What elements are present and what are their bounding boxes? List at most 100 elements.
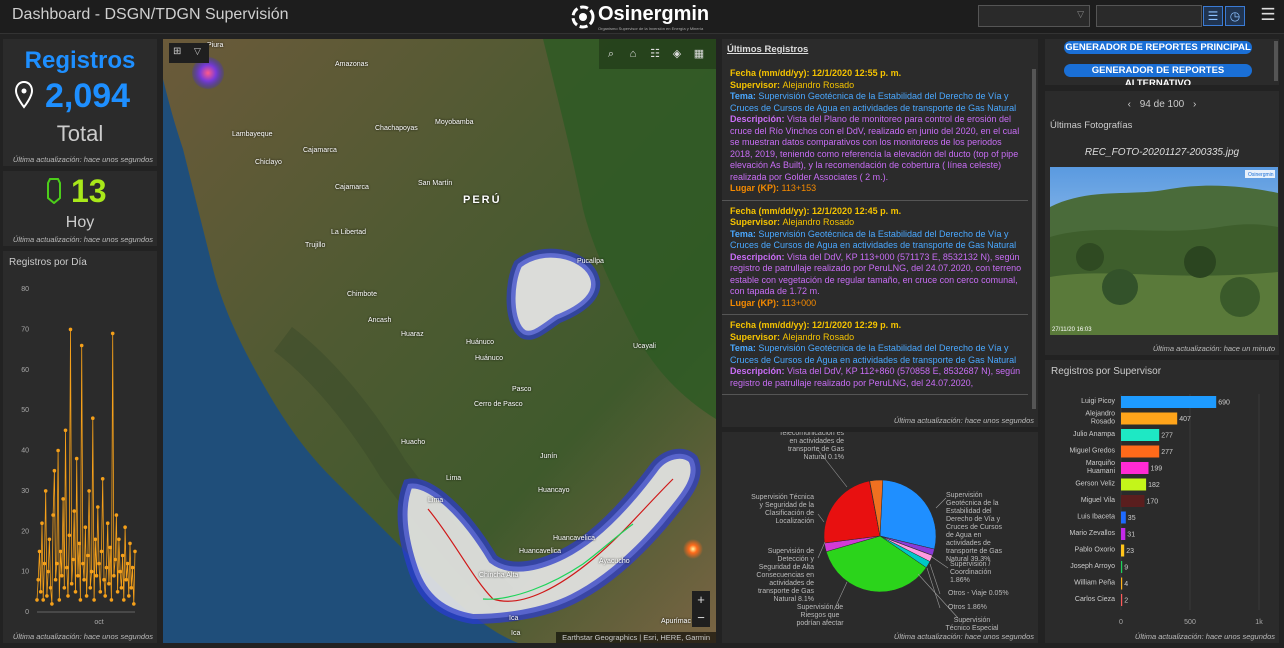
per-day-point[interactable]: [45, 594, 49, 598]
per-day-point[interactable]: [53, 577, 58, 582]
per-day-point[interactable]: [60, 573, 64, 578]
map-basemap-button[interactable]: ▦: [689, 44, 709, 64]
per-day-point[interactable]: [55, 561, 59, 566]
search-input[interactable]: [1096, 5, 1202, 27]
map-legend-button[interactable]: ☷: [645, 44, 665, 64]
per-day-point[interactable]: [78, 598, 83, 602]
zoom-in-button[interactable]: +: [692, 591, 710, 609]
supervisor-bar[interactable]: [1121, 478, 1147, 491]
per-day-point[interactable]: [71, 557, 75, 562]
per-day-point[interactable]: [98, 590, 103, 594]
per-day-point[interactable]: [42, 561, 47, 566]
map[interactable]: Piura Amazonas Lambayeque Chachapoyas Moyoba…: [163, 39, 716, 643]
per-day-point[interactable]: [129, 586, 134, 590]
per-day-point[interactable]: [120, 553, 125, 558]
per-day-point[interactable]: [133, 549, 137, 554]
per-day-point[interactable]: [40, 521, 44, 525]
per-day-point[interactable]: [52, 468, 57, 473]
per-day-point[interactable]: [68, 327, 73, 332]
per-day-point[interactable]: [50, 602, 54, 606]
per-day-point[interactable]: [65, 565, 69, 570]
per-day-point[interactable]: [69, 581, 74, 586]
chevron-left-icon[interactable]: ‹: [1128, 99, 1131, 110]
per-day-point[interactable]: [73, 590, 78, 594]
per-day-point[interactable]: [94, 573, 99, 578]
chevron-right-icon[interactable]: ›: [1193, 99, 1196, 110]
per-day-point[interactable]: [109, 598, 114, 602]
list-view-button[interactable]: ☰: [1203, 6, 1223, 26]
per-day-point[interactable]: [114, 513, 119, 517]
per-day-point[interactable]: [96, 505, 100, 509]
per-day-point[interactable]: [130, 565, 135, 570]
per-day-point[interactable]: [119, 586, 124, 590]
reports-scrollbar[interactable]: [1274, 41, 1278, 81]
per-day-point[interactable]: [63, 428, 68, 433]
per-day-point[interactable]: [83, 525, 88, 529]
per-day-point[interactable]: [104, 565, 109, 570]
supervisor-bar[interactable]: [1121, 445, 1160, 458]
per-day-point[interactable]: [62, 586, 67, 590]
records-list[interactable]: Fecha (mm/dd/yy): 12/1/2020 12:55 p. m. S…: [722, 63, 1028, 427]
per-day-point[interactable]: [61, 497, 65, 501]
record-item[interactable]: Fecha (mm/dd/yy): 12/1/2020 12:29 p. m. S…: [722, 315, 1028, 395]
per-day-point[interactable]: [118, 569, 122, 574]
per-day-point[interactable]: [87, 489, 91, 493]
per-day-point[interactable]: [97, 561, 101, 566]
map-search-button[interactable]: ⌕: [601, 44, 621, 64]
menu-button[interactable]: ☰: [1258, 5, 1278, 25]
per-day-point[interactable]: [103, 594, 107, 598]
per-day-point[interactable]: [115, 590, 120, 594]
supervisor-bar[interactable]: [1121, 429, 1160, 441]
supervisor-bar[interactable]: [1121, 511, 1126, 524]
per-day-point[interactable]: [58, 549, 63, 554]
per-day-point[interactable]: [82, 577, 86, 582]
per-day-point[interactable]: [84, 594, 89, 598]
per-day-point[interactable]: [113, 557, 117, 562]
per-day-point[interactable]: [74, 456, 79, 461]
per-day-point[interactable]: [86, 553, 90, 558]
per-day-point[interactable]: [72, 509, 76, 513]
per-day-point[interactable]: [47, 537, 52, 542]
per-day-point[interactable]: [105, 521, 110, 525]
per-day-point[interactable]: [66, 594, 70, 598]
photo-image[interactable]: Osinergmin 27/11/20 16:03: [1050, 167, 1278, 335]
per-day-point[interactable]: [48, 586, 53, 590]
per-day-point[interactable]: [110, 331, 115, 336]
per-day-point[interactable]: [102, 577, 106, 582]
per-day-point[interactable]: [128, 541, 132, 546]
records-scrollbar[interactable]: [1032, 69, 1036, 409]
supervisor-bar[interactable]: [1121, 544, 1125, 557]
per-day-point[interactable]: [46, 569, 50, 574]
per-day-point[interactable]: [99, 549, 104, 554]
record-item[interactable]: Fecha (mm/dd/yy): 12/1/2020 12:55 p. m. S…: [722, 63, 1028, 201]
supervisor-bar[interactable]: [1121, 462, 1149, 474]
filter-select[interactable]: ▽: [978, 5, 1090, 27]
per-day-point[interactable]: [88, 586, 93, 590]
per-day-point[interactable]: [41, 598, 45, 602]
supervisor-bar[interactable]: [1121, 577, 1123, 590]
per-day-point[interactable]: [124, 577, 129, 582]
supervisor-bar[interactable]: [1121, 561, 1123, 573]
per-day-point[interactable]: [35, 598, 39, 602]
per-day-point[interactable]: [77, 541, 81, 546]
supervisor-bar[interactable]: [1121, 495, 1145, 507]
per-day-point[interactable]: [117, 537, 121, 542]
map-home-button[interactable]: ⌂: [623, 44, 643, 64]
per-day-point[interactable]: [81, 561, 85, 566]
per-day-point[interactable]: [92, 598, 96, 602]
per-day-point[interactable]: [100, 477, 105, 481]
per-day-point[interactable]: [123, 525, 127, 529]
per-day-point[interactable]: [122, 598, 126, 602]
record-item[interactable]: Fecha (mm/dd/yy): 12/1/2020 12:45 p. m. S…: [722, 201, 1028, 315]
per-day-point[interactable]: [91, 416, 95, 420]
per-day-point[interactable]: [67, 533, 72, 538]
per-day-point[interactable]: [56, 448, 60, 453]
per-day-point[interactable]: [51, 513, 55, 517]
supervisor-bar[interactable]: [1121, 396, 1217, 408]
per-day-point[interactable]: [107, 581, 111, 586]
supervisor-bar[interactable]: [1121, 412, 1178, 425]
supervisor-bar[interactable]: [1121, 594, 1123, 606]
report-alternativo-button[interactable]: GENERADOR DE REPORTES ALTERNATIVO: [1064, 64, 1252, 85]
map-layers-button[interactable]: ◈: [667, 44, 687, 64]
per-day-point[interactable]: [38, 590, 43, 594]
